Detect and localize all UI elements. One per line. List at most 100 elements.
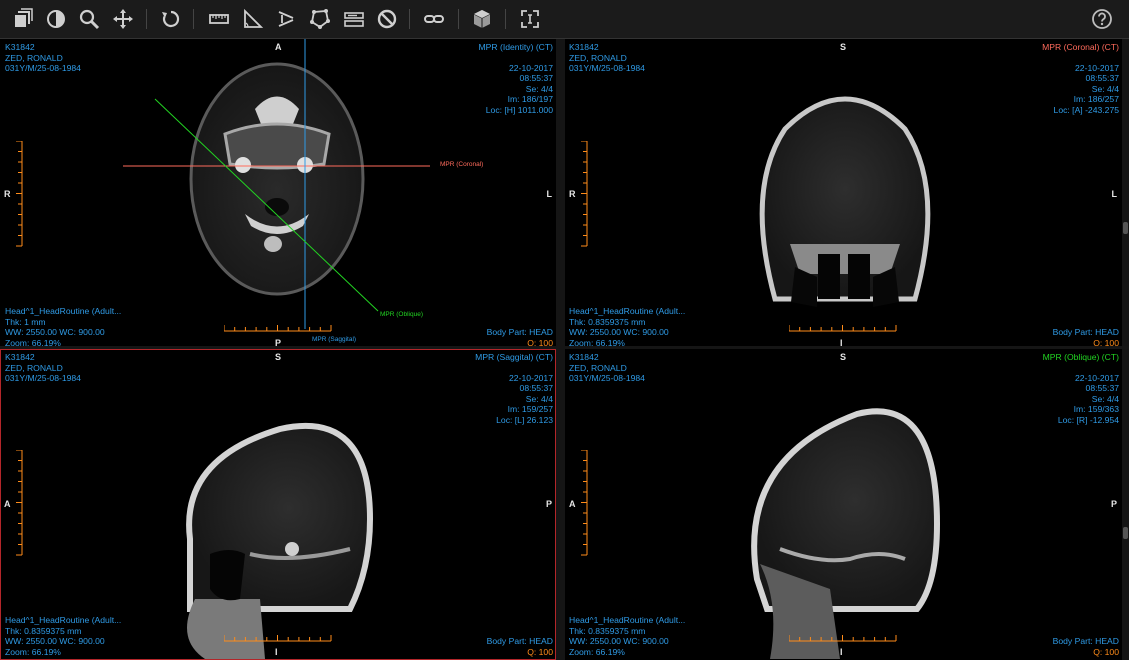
series-description: Head^1_HeadRoutine (Adult... [5,306,122,316]
clear-icon[interactable] [374,6,400,32]
patient-demographics: 031Y/M/25-08-1984 [5,63,81,73]
orientation-top: S [275,352,282,362]
body-part: Body Part: HEAD [1052,636,1119,646]
slice-thickness: Thk: 0.8359375 mm [569,316,646,327]
orientation-right: L [546,189,553,199]
window-level: WW: 2550.00 WC: 900.00 [569,327,669,337]
toolbar-separator [146,9,147,29]
patient-id: K31842 [569,352,599,362]
image-quality: Q: 100 [1093,646,1119,657]
slice-thickness: Thk: 0.8359375 mm [569,625,646,636]
patient-name: ZED, RONALD [569,52,627,63]
viewport-title: MPR (Oblique) (CT) [1042,352,1119,362]
ruler-icon[interactable] [206,6,232,32]
patient-demographics: 031Y/M/25-08-1984 [5,373,81,383]
study-date: 22-10-2017 [1075,372,1119,383]
contrast-icon[interactable] [43,6,69,32]
orientation-right: P [545,499,552,509]
zoom-icon[interactable] [76,6,102,32]
slice-location: Loc: [H] 1011.000 [485,104,553,115]
slice-thickness: Thk: 1 mm [5,316,46,327]
vertical-scale-bar [581,141,588,247]
series-info-block: Head^1_HeadRoutine (Adult... Thk: 0.8359… [5,615,121,657]
axial-ct-image [123,39,430,329]
image-number: Im: 159/257 [507,404,553,414]
window-level: WW: 2550.00 WC: 900.00 [5,327,105,337]
body-part-block: Body Part: HEAD Q: 100 [1053,327,1119,346]
patient-name: ZED, RONALD [569,362,627,373]
toolbar-separator [409,9,410,29]
series-info-block: Head^1_HeadRoutine (Adult... Thk: 1 mm W… [5,306,121,346]
orientation-left: R [4,189,11,199]
help-icon[interactable] [1089,6,1115,32]
3d-cube-icon[interactable] [469,6,495,32]
series-number: Se: 4/4 [525,83,553,94]
ref-line-coronal-label: MPR (Coronal) [440,161,484,168]
patient-id: K31842 [5,42,35,52]
reset-icon[interactable] [158,6,184,32]
viewport-coronal[interactable]: K31842 ZED, RONALD 031Y/M/25-08-1984 MPR… [565,39,1129,346]
window-level: WW: 2550.00 WC: 900.00 [569,636,669,646]
zoom-level: Zoom: 66.19% [5,337,61,347]
vertical-splitter[interactable] [556,39,565,660]
window-level: WW: 2550.00 WC: 900.00 [5,636,105,646]
zoom-level: Zoom: 66.19% [5,646,61,657]
body-part-block: Body Part: HEAD Q: 100 [487,327,553,346]
slice-location: Loc: [L] 26.123 [496,414,553,425]
study-info-block: MPR (Oblique) (CT) 22-10-2017 08:55:37 S… [1043,352,1119,425]
patient-id: K31842 [5,352,35,362]
orientation-left: A [4,499,11,509]
series-info-block: Head^1_HeadRoutine (Adult... Thk: 0.8359… [569,306,685,346]
annotation-icon[interactable] [341,6,367,32]
image-quality: Q: 100 [527,337,553,347]
horizontal-scale-bar [224,325,332,332]
angle-icon[interactable] [240,6,266,32]
series-description: Head^1_HeadRoutine (Adult... [569,306,686,316]
study-time: 08:55:37 [1085,383,1119,393]
study-info-block: MPR (Identity) (CT) 22-10-2017 08:55:37 … [479,42,553,115]
slice-thickness: Thk: 0.8359375 mm [5,625,82,636]
orientation-left: R [569,189,576,199]
patient-demographics: 031Y/M/25-08-1984 [569,373,645,383]
roi-icon[interactable] [307,6,333,32]
pan-icon[interactable] [110,6,136,32]
fullscreen-icon[interactable] [517,6,543,32]
ref-line-oblique-label: MPR (Oblique) [380,311,423,318]
zoom-level: Zoom: 66.19% [569,337,625,347]
orientation-right: P [1110,499,1117,509]
viewport-oblique[interactable]: K31842 ZED, RONALD 031Y/M/25-08-1984 MPR… [565,349,1129,660]
toolbar-separator [458,9,459,29]
image-number: Im: 186/197 [507,94,553,104]
series-description: Head^1_HeadRoutine (Adult... [5,615,122,625]
study-date: 22-10-2017 [1075,62,1119,73]
horizontal-scale-bar [789,635,897,642]
body-part: Body Part: HEAD [1052,327,1119,337]
study-info-block: MPR (Coronal) (CT) 22-10-2017 08:55:37 S… [1042,42,1119,115]
viewport-axial[interactable]: MPR (Coronal) MPR (Oblique) MPR (Saggita… [0,39,556,346]
patient-info-block: K31842 ZED, RONALD 031Y/M/25-08-1984 [5,42,81,74]
scrollbar-thumb[interactable] [1123,527,1128,539]
vertical-scale-bar [16,450,23,556]
slice-location: Loc: [A] -243.275 [1053,104,1119,115]
series-number: Se: 4/4 [525,393,553,404]
viewport-title: MPR (Identity) (CT) [478,42,553,52]
layers-icon[interactable] [10,6,36,32]
series-description: Head^1_HeadRoutine (Adult... [569,615,686,625]
body-part: Body Part: HEAD [486,327,553,337]
orientation-bottom: I [275,647,278,657]
study-date: 22-10-2017 [509,62,553,73]
link-icon[interactable] [421,6,447,32]
patient-demographics: 031Y/M/25-08-1984 [569,63,645,73]
zoom-level: Zoom: 66.19% [569,646,625,657]
vertical-scrollbar[interactable] [1122,349,1129,660]
toolbar-separator [505,9,506,29]
cobb-angle-icon[interactable] [273,6,299,32]
sagittal-ct-image [186,422,374,659]
vertical-scale-bar [16,141,23,247]
viewport-title: MPR (Coronal) (CT) [1042,42,1119,52]
scrollbar-thumb[interactable] [1123,222,1128,234]
vertical-scrollbar[interactable] [1122,39,1129,346]
patient-id: K31842 [569,42,599,52]
viewport-sagittal[interactable]: K31842 ZED, RONALD 031Y/M/25-08-1984 MPR… [0,349,556,660]
study-time: 08:55:37 [519,73,553,83]
